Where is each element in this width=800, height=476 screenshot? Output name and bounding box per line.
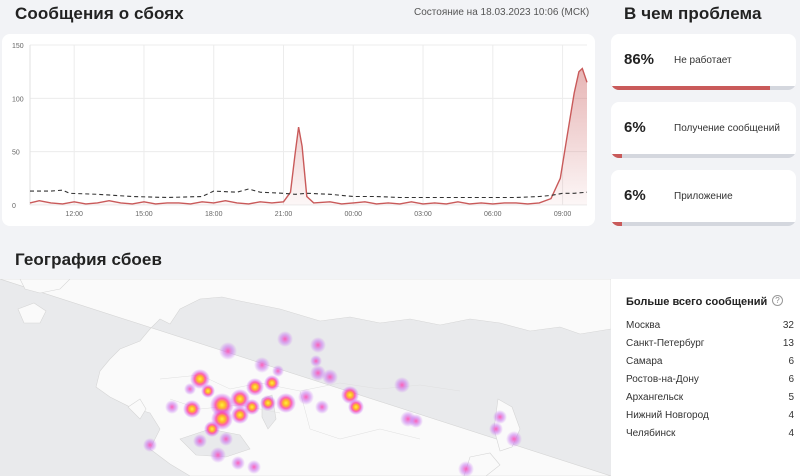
city-name: Челябинск	[626, 428, 676, 439]
problem-card-not-working[interactable]: 86% Не работает	[611, 34, 796, 90]
heat-spot	[219, 342, 237, 360]
heat-spot	[506, 431, 522, 447]
help-circle-icon[interactable]: ?	[772, 295, 783, 306]
y-tick-label: 50	[12, 150, 20, 157]
reports-chart[interactable]: 0 50 100 150 12:00 15:00 18:00 21:00 00:00 03:00 0…	[2, 34, 595, 226]
problem-percent: 86%	[624, 51, 655, 68]
baseline-line	[30, 188, 588, 199]
reports-title: Сообщения о сбоях	[15, 4, 184, 23]
problem-percent: 6%	[624, 187, 646, 204]
city-count: 13	[782, 338, 794, 349]
y-tick-label: 150	[12, 43, 24, 50]
heat-spot	[165, 400, 179, 414]
heat-spot	[260, 395, 276, 411]
x-tick-label: 18:00	[205, 211, 223, 218]
heat-spot	[219, 432, 233, 446]
city-count: 6	[788, 374, 794, 385]
heat-spot	[183, 400, 201, 418]
x-tick-label: 09:00	[554, 211, 572, 218]
heat-spot	[493, 410, 507, 424]
city-count: 5	[788, 392, 794, 403]
heat-spot	[246, 378, 264, 396]
outage-dashboard: Сообщения о сбоях Состояние на 18.03.202…	[0, 0, 800, 476]
world-map[interactable]	[0, 279, 611, 476]
city-count: 4	[788, 428, 794, 439]
heat-spot	[272, 365, 284, 377]
problem-bar-fill	[611, 222, 623, 226]
heat-spot	[489, 422, 503, 436]
heat-spot	[310, 355, 322, 367]
heat-spot	[210, 447, 226, 463]
reports-area	[30, 68, 587, 205]
heat-spot	[201, 384, 215, 398]
heat-spot	[277, 331, 293, 347]
y-tick-label: 100	[12, 96, 24, 103]
problem-title: В чем проблема	[624, 4, 762, 23]
city-count: 32	[782, 320, 794, 331]
heat-spot	[276, 393, 296, 413]
city-name: Самара	[626, 356, 663, 367]
problem-bar-track	[611, 86, 796, 90]
problem-card-messages[interactable]: 6% Получение сообщений	[611, 102, 796, 158]
geo-title: География сбоев	[15, 250, 163, 269]
x-tick-label: 03:00	[414, 211, 432, 218]
heat-spot	[254, 357, 270, 373]
x-tick-label: 00:00	[345, 211, 363, 218]
heat-spot	[348, 399, 364, 415]
problem-bar-fill	[611, 154, 623, 158]
heat-spot	[315, 400, 329, 414]
x-tick-label: 21:00	[275, 211, 293, 218]
heat-spot	[193, 434, 207, 448]
problem-card-app[interactable]: 6% Приложение	[611, 170, 796, 226]
city-name: Нижний Новгород	[626, 410, 709, 421]
land-mass	[0, 279, 611, 476]
problem-label: Приложение	[674, 191, 733, 202]
city-name: Ростов-на-Дону	[626, 374, 699, 385]
x-tick-label: 12:00	[65, 211, 83, 218]
problem-percent: 6%	[624, 119, 646, 136]
problem-label: Получение сообщений	[674, 123, 780, 134]
heat-spot	[184, 383, 196, 395]
problem-bar-fill	[611, 86, 771, 90]
status-timestamp: Состояние на 18.03.2023 10:06 (МСК)	[414, 7, 590, 18]
heat-spot	[244, 399, 260, 415]
reports-line	[29, 67, 588, 205]
heat-spot	[143, 438, 157, 452]
x-tick-label: 06:00	[484, 211, 502, 218]
land-mass	[17, 302, 47, 324]
problem-bar-track	[611, 222, 796, 226]
outage-heatmap[interactable]	[0, 279, 611, 476]
problem-label: Не работает	[674, 55, 732, 66]
heat-spot	[298, 389, 314, 405]
city-name: Архангельск	[626, 392, 684, 403]
heat-spot	[264, 375, 280, 391]
heat-spot	[310, 337, 326, 353]
city-name: Москва	[626, 320, 661, 331]
y-tick-label: 0	[12, 203, 16, 210]
city-name: Санкт-Петербург	[626, 338, 705, 349]
heat-spot	[322, 369, 338, 385]
x-tick-label: 15:00	[135, 211, 153, 218]
heat-spot	[394, 377, 410, 393]
heat-spot	[409, 414, 423, 428]
city-count: 4	[788, 410, 794, 421]
city-count: 6	[788, 356, 794, 367]
top-cities-title: Больше всего сообщений	[626, 296, 768, 308]
heat-spot	[231, 456, 245, 470]
reports-chart-card: 0 50 100 150 12:00 15:00 18:00 21:00 00:00 03:00 0…	[2, 34, 595, 226]
heat-spot	[204, 421, 220, 437]
heat-spot	[247, 460, 261, 474]
problem-bar-track	[611, 154, 796, 158]
